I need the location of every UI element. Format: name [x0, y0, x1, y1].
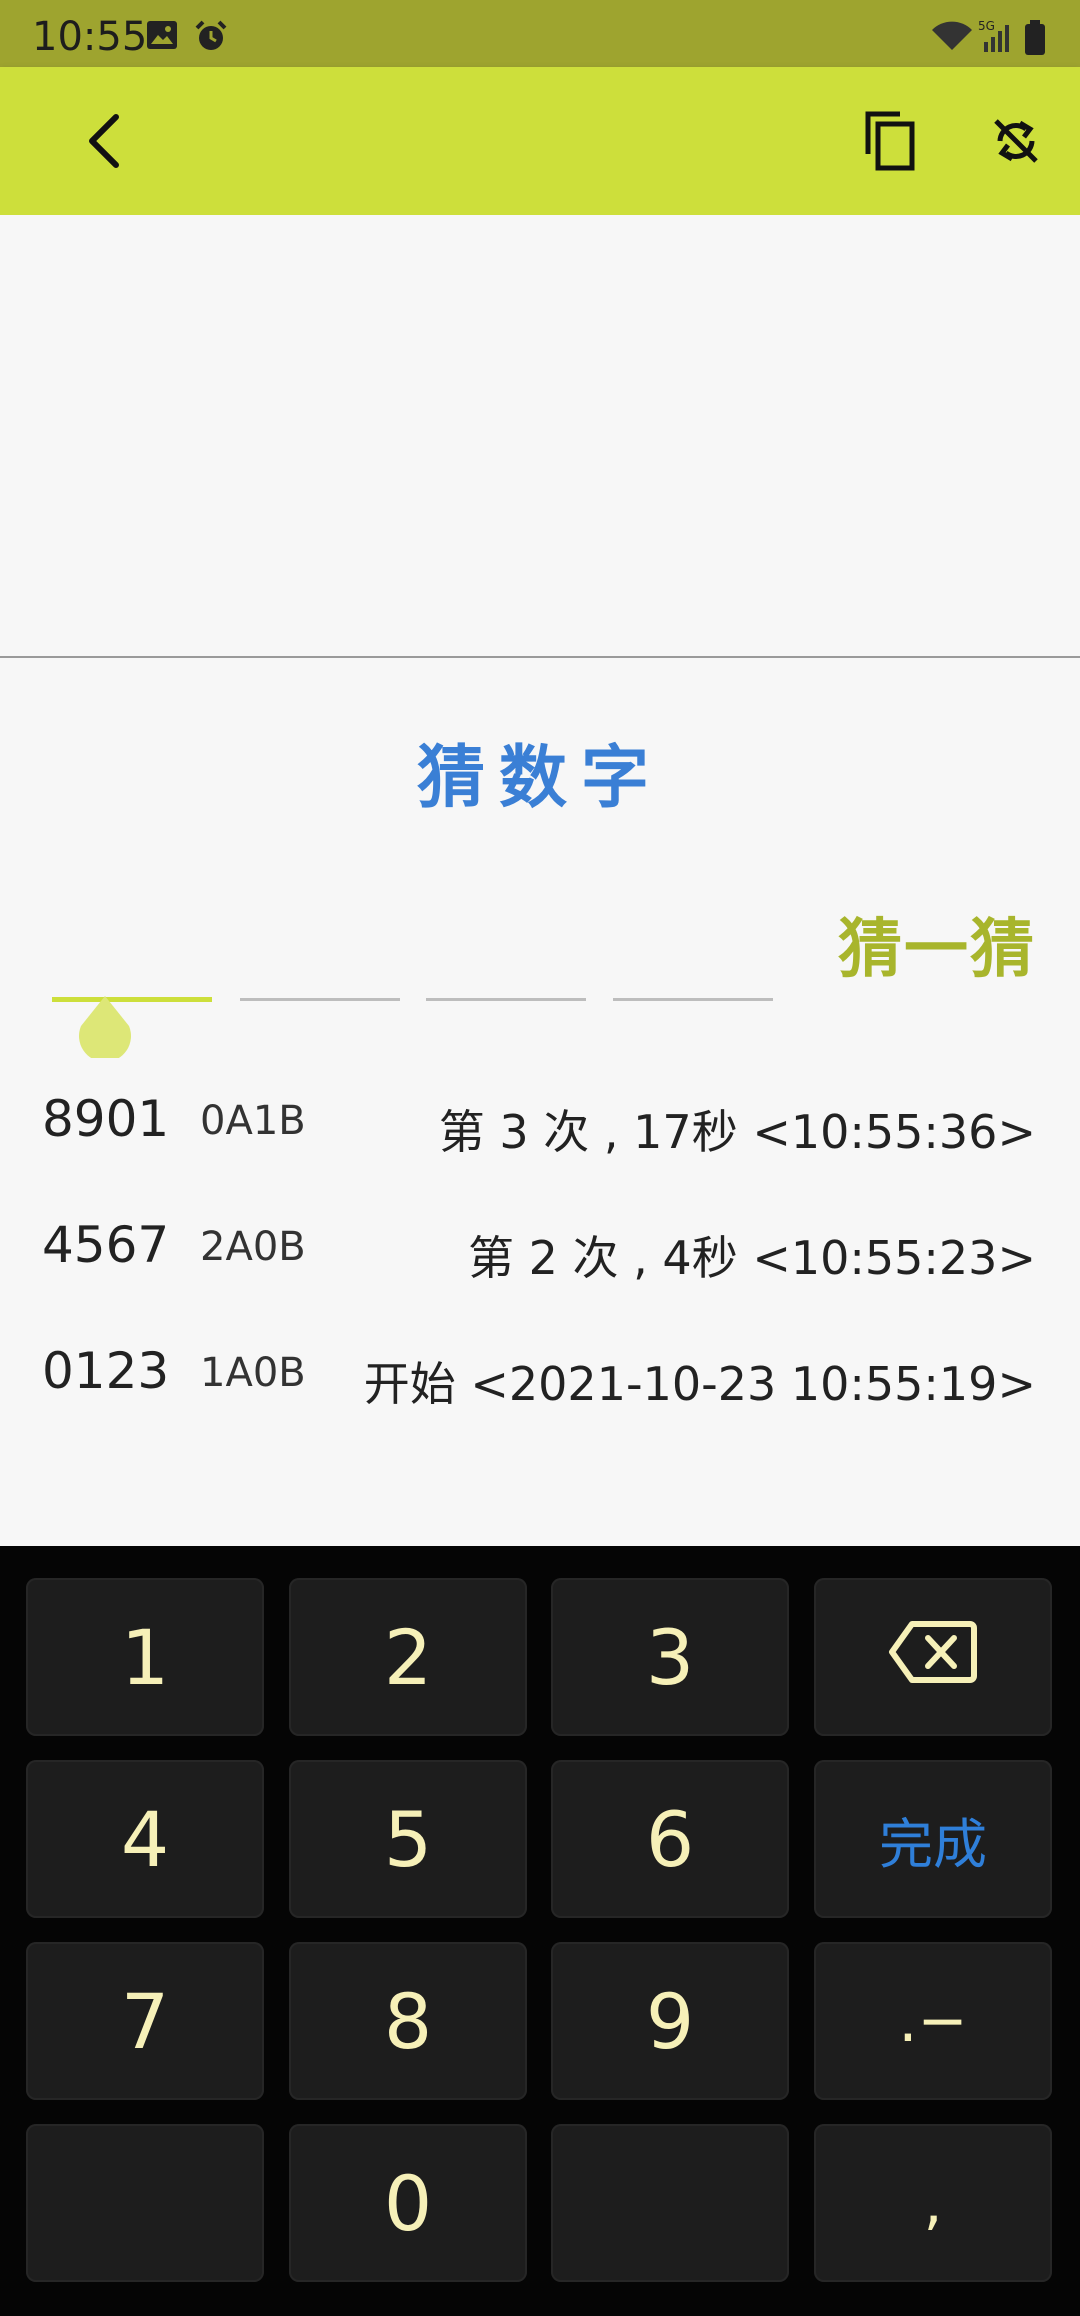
key-comma[interactable]: , [814, 2124, 1052, 2282]
history-number: 4567 [42, 1216, 170, 1274]
copy-button[interactable] [850, 103, 930, 183]
back-arrow-icon [84, 113, 124, 173]
history-result: 2A0B [200, 1224, 306, 1270]
key-2[interactable]: 2 [289, 1578, 527, 1736]
key-7[interactable]: 7 [26, 1942, 264, 2100]
history-info: 开始 <2021-10-23 10:55:19> [363, 1357, 1036, 1411]
history-row: 8901 0A1B 第 3 次 , 17秒 <10:55:36> [0, 1090, 1080, 1170]
back-button[interactable] [64, 103, 144, 183]
text-cursor-handle[interactable] [76, 996, 134, 1062]
wifi-icon [930, 20, 974, 56]
history-result: 0A1B [200, 1098, 306, 1144]
key-4[interactable]: 4 [26, 1760, 264, 1918]
key-empty-right[interactable] [551, 2124, 789, 2282]
status-time: 10:55 [32, 14, 148, 60]
digit-input-3[interactable] [426, 998, 586, 1001]
history-row: 4567 2A0B 第 2 次 , 4秒 <10:55:23> [0, 1216, 1080, 1296]
guess-button[interactable]: 猜一猜 [838, 898, 1036, 990]
sync-disabled-icon [990, 115, 1042, 171]
key-0[interactable]: 0 [289, 2124, 527, 2282]
key-1[interactable]: 1 [26, 1578, 264, 1736]
key-5[interactable]: 5 [289, 1760, 527, 1918]
key-backspace[interactable] [814, 1578, 1052, 1736]
history-number: 0123 [42, 1342, 170, 1400]
status-bar: 10:55 5G [0, 0, 1080, 67]
divider [0, 656, 1080, 658]
history-number: 8901 [42, 1090, 170, 1148]
key-8[interactable]: 8 [289, 1942, 527, 2100]
digit-input-2[interactable] [240, 998, 400, 1001]
key-6[interactable]: 6 [551, 1760, 789, 1918]
svg-text:5G: 5G [978, 19, 995, 33]
digit-input-4[interactable] [613, 998, 773, 1001]
key-9[interactable]: 9 [551, 1942, 789, 2100]
key-done[interactable]: 完成 [814, 1760, 1052, 1918]
key-3[interactable]: 3 [551, 1578, 789, 1736]
numeric-keyboard: 1 2 3 4 5 6 完成 7 8 9 .− 0 , [0, 1546, 1080, 2316]
history-row: 0123 1A0B 开始 <2021-10-23 10:55:19> [0, 1342, 1080, 1422]
history-info: 第 3 次 , 17秒 <10:55:36> [438, 1105, 1036, 1159]
page-title: 猜数字 [416, 739, 663, 818]
key-dot-minus[interactable]: .− [814, 1942, 1052, 2100]
signal-5g-icon: 5G [978, 18, 1018, 58]
blank-area [0, 215, 1080, 657]
copy-icon [862, 110, 918, 176]
battery-icon [1024, 20, 1046, 60]
backspace-icon [888, 1613, 978, 1702]
history-result: 1A0B [200, 1350, 306, 1396]
sync-disabled-button[interactable] [976, 103, 1056, 183]
alarm-icon [194, 20, 228, 56]
app-bar [0, 67, 1080, 215]
key-empty-left[interactable] [26, 2124, 264, 2282]
gallery-icon [146, 20, 178, 54]
history-info: 第 2 次 , 4秒 <10:55:23> [468, 1231, 1036, 1285]
